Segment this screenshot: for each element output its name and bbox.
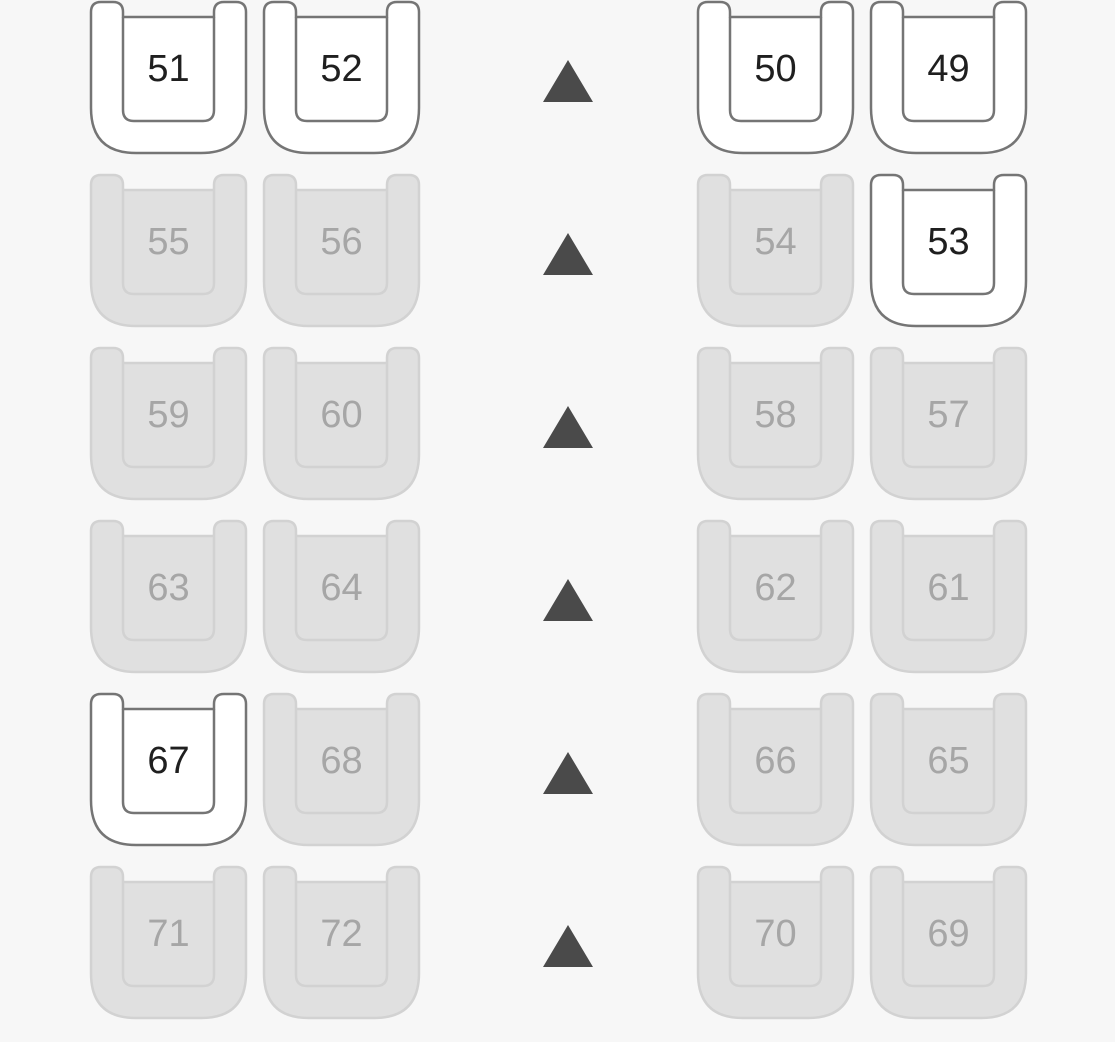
- seat-69: 69: [869, 865, 1028, 1020]
- seat-63: 63: [89, 519, 248, 674]
- triangle-up-icon: [543, 233, 593, 275]
- seat-number: 71: [147, 913, 190, 955]
- seat-number: 66: [754, 740, 797, 782]
- seat-number: 49: [927, 48, 970, 90]
- seat-number: 57: [927, 394, 970, 436]
- seat-51[interactable]: 51: [89, 0, 248, 155]
- seat-58: 58: [696, 346, 855, 501]
- seat-49[interactable]: 49: [869, 0, 1028, 155]
- seat-72: 72: [262, 865, 421, 1020]
- seat-67[interactable]: 67: [89, 692, 248, 847]
- seat-number: 52: [320, 48, 363, 90]
- triangle-up-icon: [543, 925, 593, 967]
- triangle-up-icon: [543, 406, 593, 448]
- seat-number: 72: [320, 913, 363, 955]
- seat-number: 50: [754, 48, 797, 90]
- seat-number: 68: [320, 740, 363, 782]
- seat-row: 59 60 58 57: [0, 346, 1115, 501]
- seat-number: 59: [147, 394, 190, 436]
- seat-number: 70: [754, 913, 797, 955]
- seat-number: 67: [147, 740, 190, 782]
- seat-row: 55 56 54 53: [0, 173, 1115, 328]
- seat-70: 70: [696, 865, 855, 1020]
- seat-number: 61: [927, 567, 970, 609]
- seat-number: 60: [320, 394, 363, 436]
- seat-number: 54: [754, 221, 797, 263]
- seat-number: 53: [927, 221, 970, 263]
- seat-61: 61: [869, 519, 1028, 674]
- seat-56: 56: [262, 173, 421, 328]
- seat-number: 56: [320, 221, 363, 263]
- seat-68: 68: [262, 692, 421, 847]
- triangle-up-icon: [543, 752, 593, 794]
- seat-row: 51 52 50 49: [0, 0, 1115, 155]
- seat-53[interactable]: 53: [869, 173, 1028, 328]
- seat-54: 54: [696, 173, 855, 328]
- seat-60: 60: [262, 346, 421, 501]
- seat-59: 59: [89, 346, 248, 501]
- seat-65: 65: [869, 692, 1028, 847]
- seat-row: 63 64 62 61: [0, 519, 1115, 674]
- seat-57: 57: [869, 346, 1028, 501]
- seat-number: 65: [927, 740, 970, 782]
- seat-number: 51: [147, 48, 190, 90]
- seat-50[interactable]: 50: [696, 0, 855, 155]
- seat-number: 64: [320, 567, 363, 609]
- seat-number: 63: [147, 567, 190, 609]
- seat-number: 62: [754, 567, 797, 609]
- seat-52[interactable]: 52: [262, 0, 421, 155]
- seat-71: 71: [89, 865, 248, 1020]
- triangle-up-icon: [543, 579, 593, 621]
- seat-number: 58: [754, 394, 797, 436]
- seat-row: 71 72 70 69: [0, 865, 1115, 1020]
- seat-number: 69: [927, 913, 970, 955]
- seat-62: 62: [696, 519, 855, 674]
- seat-row: 67 68 66 65: [0, 692, 1115, 847]
- seat-66: 66: [696, 692, 855, 847]
- seat-number: 55: [147, 221, 190, 263]
- seat-55: 55: [89, 173, 248, 328]
- seat-64: 64: [262, 519, 421, 674]
- seat-map: 51 52 50 49 55 56 54 53 59 60 58 57 63 64 62 61 67 68 66 65…: [0, 0, 1115, 1042]
- triangle-up-icon: [543, 60, 593, 102]
